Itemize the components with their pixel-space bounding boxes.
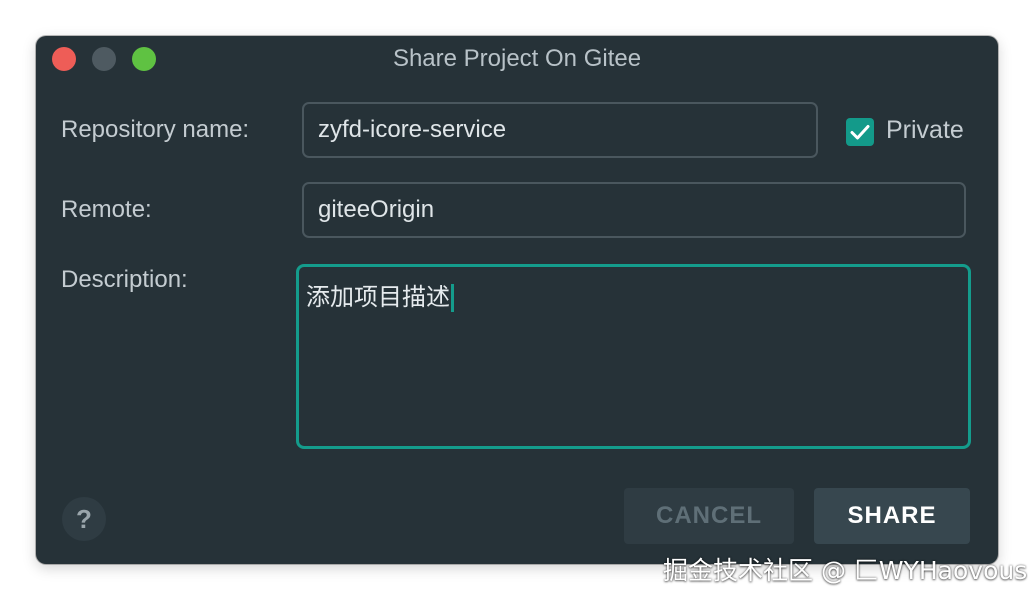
remote-label: Remote:: [61, 196, 152, 223]
remote-value: giteeOrigin: [318, 196, 435, 223]
watermark: 掘金技术社区 @ 匚WYHaovous: [663, 556, 1028, 585]
checkmark-icon: [850, 125, 870, 140]
help-button[interactable]: ?: [62, 497, 106, 541]
share-dialog: Share Project On Gitee Repository name: …: [36, 36, 998, 564]
private-label[interactable]: Private: [886, 116, 964, 145]
window-title: Share Project On Gitee: [392, 45, 642, 72]
title-bar: Share Project On Gitee: [36, 36, 998, 82]
share-button[interactable]: SHARE: [814, 488, 970, 544]
cancel-button[interactable]: CANCEL: [624, 488, 794, 544]
repository-name-input[interactable]: zyfd-icore-service: [302, 102, 818, 158]
private-checkbox[interactable]: [846, 118, 874, 146]
screen: Share Project On Gitee Repository name: …: [0, 0, 1034, 600]
remote-input[interactable]: giteeOrigin: [302, 182, 966, 238]
text-caret: [451, 284, 454, 312]
description-textarea[interactable]: 添加项目描述: [296, 264, 971, 449]
repository-name-value: zyfd-icore-service: [318, 116, 507, 143]
repository-name-label: Repository name:: [61, 116, 250, 143]
description-label: Description:: [61, 266, 188, 293]
question-icon: ?: [76, 504, 92, 534]
description-value: 添加项目描述: [306, 283, 450, 311]
